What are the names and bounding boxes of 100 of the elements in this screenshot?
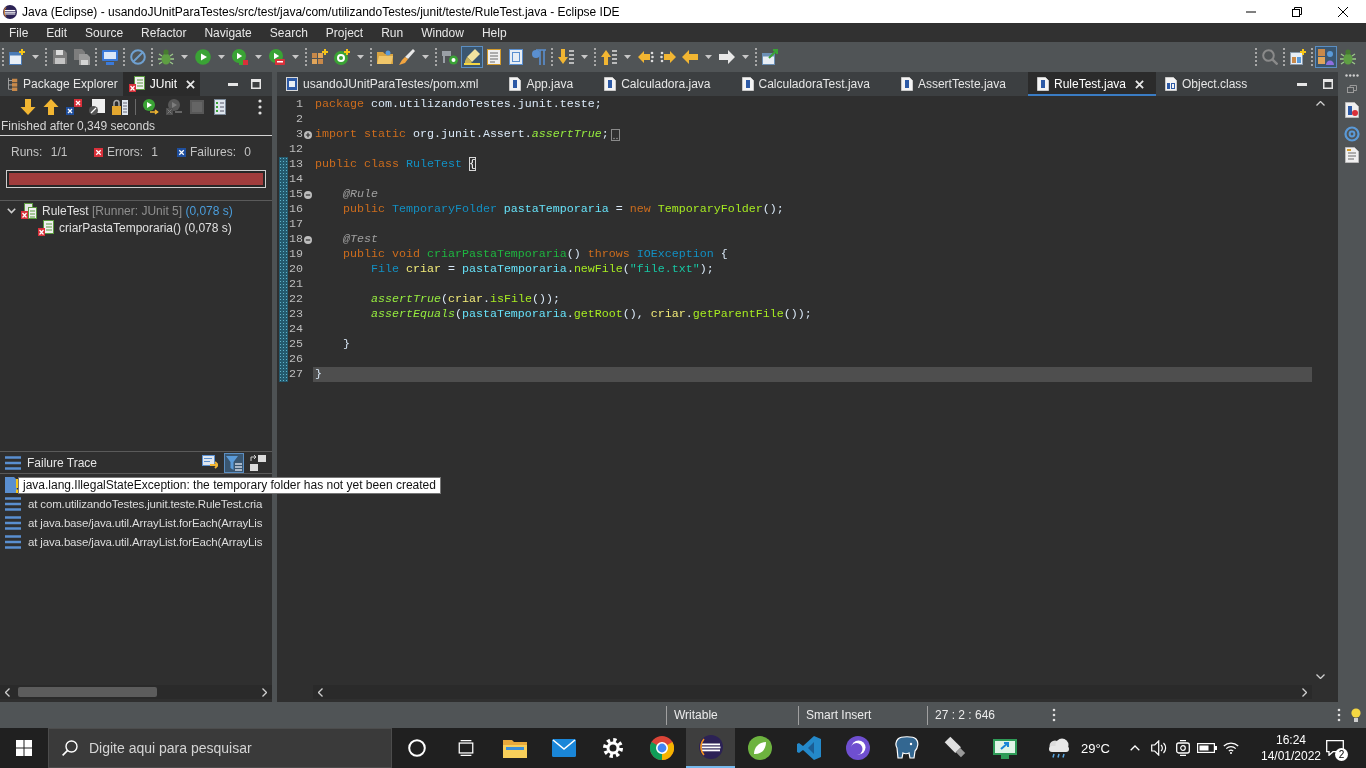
trace-line[interactable]: at com.utilizandoTestes.junit.teste.RuleTest.cria — [28, 497, 263, 510]
right-arrow-icon — [719, 49, 735, 65]
maximize-icon[interactable] — [251, 79, 261, 89]
line-number: 17 — [288, 217, 303, 232]
drag-handle-icon[interactable] — [1345, 74, 1359, 77]
tab[interactable]: Package Explorer — [0, 72, 123, 96]
menu-item[interactable]: Navigate — [195, 25, 261, 40]
caret-icon[interactable] — [742, 55, 749, 59]
toolbar-button[interactable] — [396, 46, 418, 68]
minimize-icon[interactable] — [228, 82, 238, 86]
caret-icon[interactable] — [422, 55, 429, 59]
caret-icon[interactable] — [181, 55, 188, 59]
folder-icon — [377, 49, 393, 65]
temperature[interactable]: 29°C — [1080, 740, 1110, 756]
caret-icon[interactable] — [357, 55, 364, 59]
minimize-icon[interactable] — [1297, 82, 1307, 86]
speaker-icon[interactable] — [1151, 740, 1167, 756]
taskbar-button[interactable] — [686, 728, 735, 768]
menu-item[interactable]: Project — [316, 25, 373, 40]
plus-circle-icon[interactable] — [304, 130, 312, 139]
menu-item[interactable]: Run — [372, 25, 413, 40]
tab[interactable]: JUnit — [122, 72, 201, 96]
tab[interactable]: App.java — [500, 72, 596, 96]
close-icon[interactable] — [1338, 6, 1348, 17]
chevron-right-icon[interactable] — [262, 687, 267, 697]
toolbar-button[interactable] — [71, 46, 93, 68]
chevron-left-icon[interactable] — [5, 687, 10, 697]
menu-item[interactable]: Search — [260, 25, 317, 40]
trace-line[interactable]: at java.base/java.util.ArrayList.forEach(ArrayLis — [28, 516, 263, 529]
chevron-left-icon[interactable] — [318, 687, 323, 697]
toolbar-button[interactable] — [759, 46, 781, 68]
menu-item[interactable]: Source — [76, 25, 133, 40]
tab[interactable]: RuleTest.java — [1027, 72, 1156, 96]
toolbar-button[interactable] — [331, 46, 353, 68]
clock-date[interactable]: 14/01/2022 — [1260, 748, 1322, 764]
scrollbar-thumb[interactable] — [18, 687, 157, 697]
toolbar-button[interactable] — [6, 46, 28, 68]
menu-item[interactable]: File — [0, 25, 38, 40]
chevron-down-icon[interactable] — [1315, 674, 1325, 679]
document-icon[interactable] — [1344, 102, 1360, 118]
lock-list-icon[interactable] — [112, 99, 128, 115]
tab[interactable]: usandoJUnitParaTestes/pom.xml — [277, 72, 501, 96]
tree-item[interactable]: RuleTest [Runner: JUnit 5] (0,078 s) — [42, 203, 233, 218]
caret-icon[interactable] — [624, 55, 631, 59]
ring-icon[interactable] — [1344, 126, 1360, 142]
speech-bubble-icon[interactable] — [1326, 740, 1344, 756]
chevron-down-icon[interactable] — [7, 207, 16, 214]
up-arrow-icon[interactable] — [43, 99, 59, 115]
light-bulb-icon[interactable] — [1351, 708, 1361, 722]
toolbar-button[interactable] — [461, 46, 483, 68]
search-field[interactable]: Digite aqui para pesquisar — [48, 728, 392, 768]
toolbar-button[interactable] — [1287, 46, 1309, 68]
tree-item[interactable]: criarPastaTemporaria() (0,078 s) — [59, 220, 232, 235]
toolbar-button[interactable] — [224, 452, 244, 473]
menu-item[interactable]: Help — [472, 25, 516, 40]
list-icon[interactable] — [212, 99, 228, 115]
toolbar-button[interactable] — [248, 452, 268, 473]
four-panes-icon[interactable] — [16, 740, 32, 756]
minus-circle-icon[interactable] — [304, 235, 312, 244]
tab[interactable]: CalculadoraTest.java — [732, 72, 892, 96]
maximize-icon[interactable] — [1323, 79, 1333, 89]
line-number: 21 — [288, 277, 303, 292]
menu-item[interactable]: Window — [412, 25, 473, 40]
toolbar-button[interactable] — [229, 46, 251, 68]
chevron-right-icon[interactable] — [1302, 687, 1307, 697]
page-slash-icon[interactable] — [89, 99, 105, 115]
down-arrow-icon[interactable] — [20, 99, 36, 115]
battery-icon[interactable] — [1197, 743, 1217, 753]
filter-icon — [226, 454, 242, 471]
caret-icon[interactable] — [32, 55, 39, 59]
play-arrow-icon[interactable] — [143, 99, 159, 115]
toolbar-button[interactable] — [266, 46, 288, 68]
caret-icon[interactable] — [705, 55, 712, 59]
wifi-icon[interactable] — [1223, 742, 1239, 754]
trace-line[interactable]: at java.base/java.util.ArrayList.forEach(ArrayLis — [28, 535, 263, 548]
restore-icon[interactable] — [1292, 6, 1302, 17]
page-lines-icon[interactable] — [1344, 147, 1360, 163]
status-field: Writable — [674, 708, 718, 722]
caret-icon[interactable] — [218, 55, 225, 59]
page-warning-icon — [5, 476, 21, 493]
more-icon[interactable] — [258, 99, 262, 115]
clock-time[interactable]: 16:24 — [1276, 732, 1306, 748]
line-number: 23 — [288, 307, 303, 322]
caret-icon[interactable] — [292, 55, 299, 59]
minus-circle-icon[interactable] — [304, 190, 312, 199]
more-icon[interactable] — [1052, 708, 1056, 722]
cross-squares-icon[interactable] — [66, 99, 82, 115]
caret-icon[interactable] — [581, 55, 588, 59]
line-number: 16 — [288, 202, 303, 217]
tab[interactable]: Calculadora.java — [595, 72, 733, 96]
camera-icon[interactable] — [1176, 740, 1190, 756]
menu-item[interactable]: Refactor — [132, 25, 196, 40]
caret-icon[interactable] — [255, 55, 262, 59]
chevron-up-icon[interactable] — [1315, 101, 1325, 106]
tricolor-circle-icon — [649, 736, 674, 760]
toolbar-button[interactable] — [192, 46, 214, 68]
tab[interactable]: AssertTeste.java — [891, 72, 1028, 96]
menu-item[interactable]: Edit — [37, 25, 77, 40]
more-icon[interactable] — [1337, 707, 1341, 723]
tab[interactable]: Object.class — [1156, 72, 1270, 96]
